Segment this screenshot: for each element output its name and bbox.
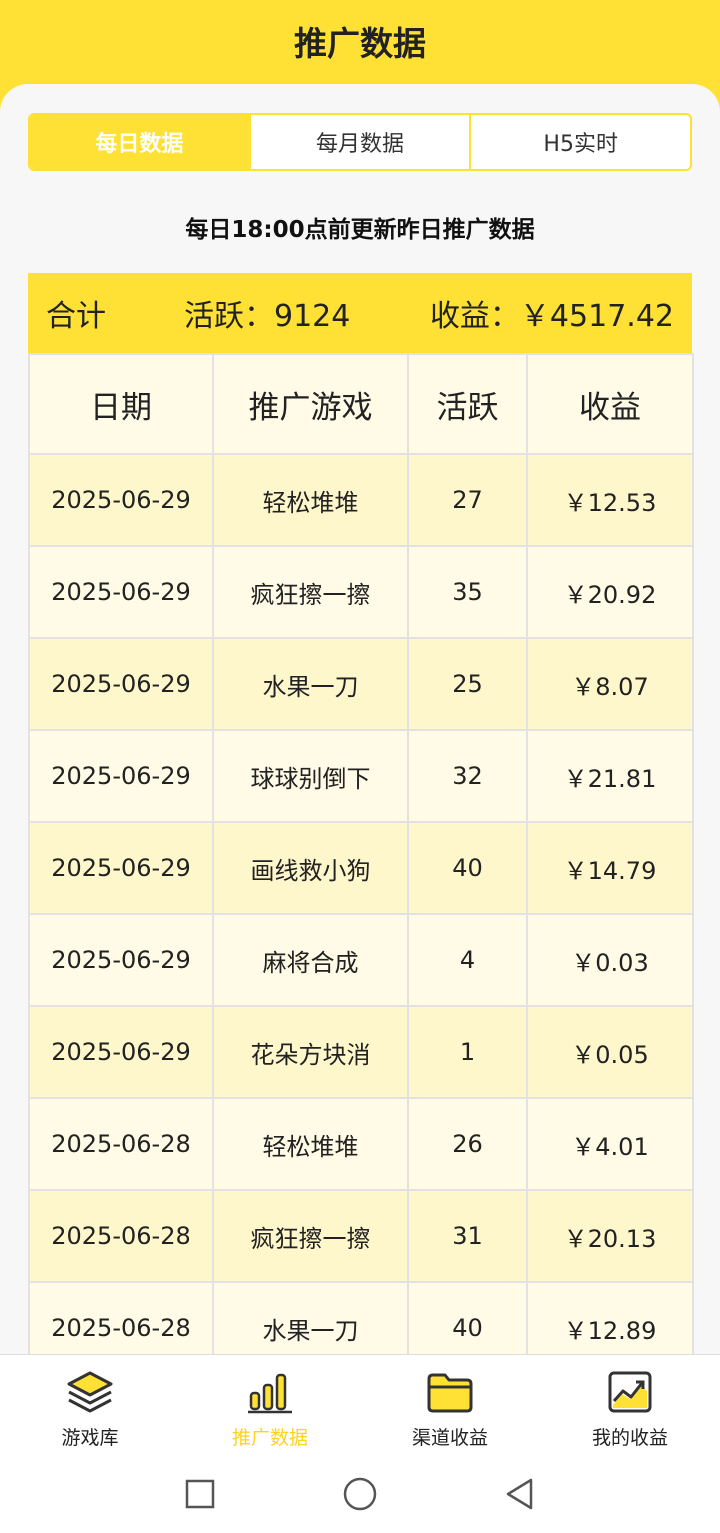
nav-my-income[interactable]: 我的收益	[540, 1355, 720, 1455]
table-row: 2025-06-29 麻将合成 4 ￥0.03	[28, 913, 694, 1007]
nav-game-library[interactable]: 游戏库	[0, 1355, 180, 1455]
cell-game: 球球别倒下	[212, 729, 409, 823]
cell-date: 2025-06-29	[28, 545, 214, 639]
table-row: 2025-06-29 球球别倒下 32 ￥21.81	[28, 729, 694, 823]
cell-date: 2025-06-29	[28, 453, 214, 547]
table-row: 2025-06-28 疯狂擦一擦 31 ￥20.13	[28, 1189, 694, 1283]
cell-active: 31	[407, 1189, 528, 1283]
cell-date: 2025-06-29	[28, 913, 214, 1007]
cell-date: 2025-06-29	[28, 1005, 214, 1099]
cell-active: 25	[407, 637, 528, 731]
nav-label: 渠道收益	[411, 1427, 488, 1449]
nav-label: 我的收益	[591, 1427, 668, 1449]
cell-income: ￥12.89	[526, 1281, 694, 1354]
segment-tabs: 每日数据 每月数据 H5实时	[28, 113, 692, 171]
header-income: 收益	[526, 353, 694, 455]
cell-game: 轻松堆堆	[212, 453, 409, 547]
triangle-back-icon	[506, 1478, 533, 1509]
tab-monthly-data[interactable]: 每月数据	[251, 115, 472, 169]
cell-active: 35	[407, 545, 528, 639]
cell-game: 花朵方块消	[212, 1005, 409, 1099]
app-header: 推广数据	[0, 0, 720, 90]
home-button[interactable]	[340, 1474, 380, 1514]
nav-channel-income[interactable]: 渠道收益	[360, 1355, 540, 1455]
cell-game: 画线救小狗	[212, 821, 409, 915]
cell-active: 32	[407, 729, 528, 823]
nav-promo-data[interactable]: 推广数据	[180, 1355, 360, 1455]
cell-active: 26	[407, 1097, 528, 1191]
tab-daily-data[interactable]: 每日数据	[30, 115, 251, 169]
summary-label: 合计	[46, 299, 106, 334]
content-panel: 每日数据 每月数据 H5实时 每日18:00点前更新昨日推广数据 合计 活跃：9…	[0, 84, 720, 1354]
square-icon	[185, 1479, 215, 1508]
cell-income: ￥21.81	[526, 729, 694, 823]
cell-active: 40	[407, 1281, 528, 1354]
cell-income: ￥4.01	[526, 1097, 694, 1191]
bar-chart-icon	[248, 1373, 292, 1414]
header-game: 推广游戏	[212, 353, 409, 455]
page-title: 推广数据	[294, 24, 426, 63]
cell-income: ￥0.05	[526, 1005, 694, 1099]
table-row: 2025-06-28 轻松堆堆 26 ￥4.01	[28, 1097, 694, 1191]
cell-income: ￥20.13	[526, 1189, 694, 1283]
cell-game: 疯狂擦一擦	[212, 545, 409, 639]
cell-income: ￥20.92	[526, 545, 694, 639]
table-row: 2025-06-28 水果一刀 40 ￥12.89	[28, 1281, 694, 1354]
cell-active: 27	[407, 453, 528, 547]
cell-income: ￥8.07	[526, 637, 694, 731]
header-active: 活跃	[407, 353, 528, 455]
nav-label: 游戏库	[61, 1427, 119, 1449]
cell-game: 水果一刀	[212, 1281, 409, 1354]
cell-income: ￥12.53	[526, 453, 694, 547]
cell-date: 2025-06-29	[28, 637, 214, 731]
summary-active: 活跃：9124	[184, 299, 351, 334]
summary-income: 收益：￥4517.42	[429, 299, 674, 334]
summary-bar: 合计 活跃：9124 收益：￥4517.42	[28, 273, 692, 353]
cell-date: 2025-06-28	[28, 1281, 214, 1354]
cell-game: 水果一刀	[212, 637, 409, 731]
system-nav-bar	[0, 1454, 720, 1533]
cell-active: 40	[407, 821, 528, 915]
layers-icon	[67, 1371, 113, 1413]
back-button[interactable]	[500, 1474, 540, 1514]
cell-date: 2025-06-28	[28, 1189, 214, 1283]
cell-date: 2025-06-28	[28, 1097, 214, 1191]
table-row: 2025-06-29 疯狂擦一擦 35 ￥20.92	[28, 545, 694, 639]
table-row: 2025-06-29 画线救小狗 40 ￥14.79	[28, 821, 694, 915]
cell-date: 2025-06-29	[28, 729, 214, 823]
table-row: 2025-06-29 轻松堆堆 27 ￥12.53	[28, 453, 694, 547]
cell-income: ￥0.03	[526, 913, 694, 1007]
table-header-row: 日期 推广游戏 活跃 收益	[28, 353, 694, 455]
table-row: 2025-06-29 花朵方块消 1 ￥0.05	[28, 1005, 694, 1099]
cell-game: 轻松堆堆	[212, 1097, 409, 1191]
circle-icon	[343, 1477, 377, 1510]
header-date: 日期	[28, 353, 214, 455]
cell-game: 疯狂擦一擦	[212, 1189, 409, 1283]
cell-game: 麻将合成	[212, 913, 409, 1007]
update-notice: 每日18:00点前更新昨日推广数据	[185, 217, 535, 243]
trend-chart-icon	[608, 1371, 652, 1413]
nav-label: 推广数据	[231, 1427, 308, 1449]
bottom-nav: 游戏库 推广数据 渠道收益 我的收益	[0, 1354, 720, 1455]
folder-icon	[427, 1373, 473, 1413]
recents-button[interactable]	[180, 1474, 220, 1514]
data-table: 日期 推广游戏 活跃 收益 2025-06-29 轻松堆堆 27 ￥12.53 2025…	[28, 353, 694, 1354]
cell-income: ￥14.79	[526, 821, 694, 915]
cell-active: 1	[407, 1005, 528, 1099]
cell-active: 4	[407, 913, 528, 1007]
cell-date: 2025-06-29	[28, 821, 214, 915]
tab-h5-realtime[interactable]: H5实时	[471, 115, 690, 169]
table-row: 2025-06-29 水果一刀 25 ￥8.07	[28, 637, 694, 731]
